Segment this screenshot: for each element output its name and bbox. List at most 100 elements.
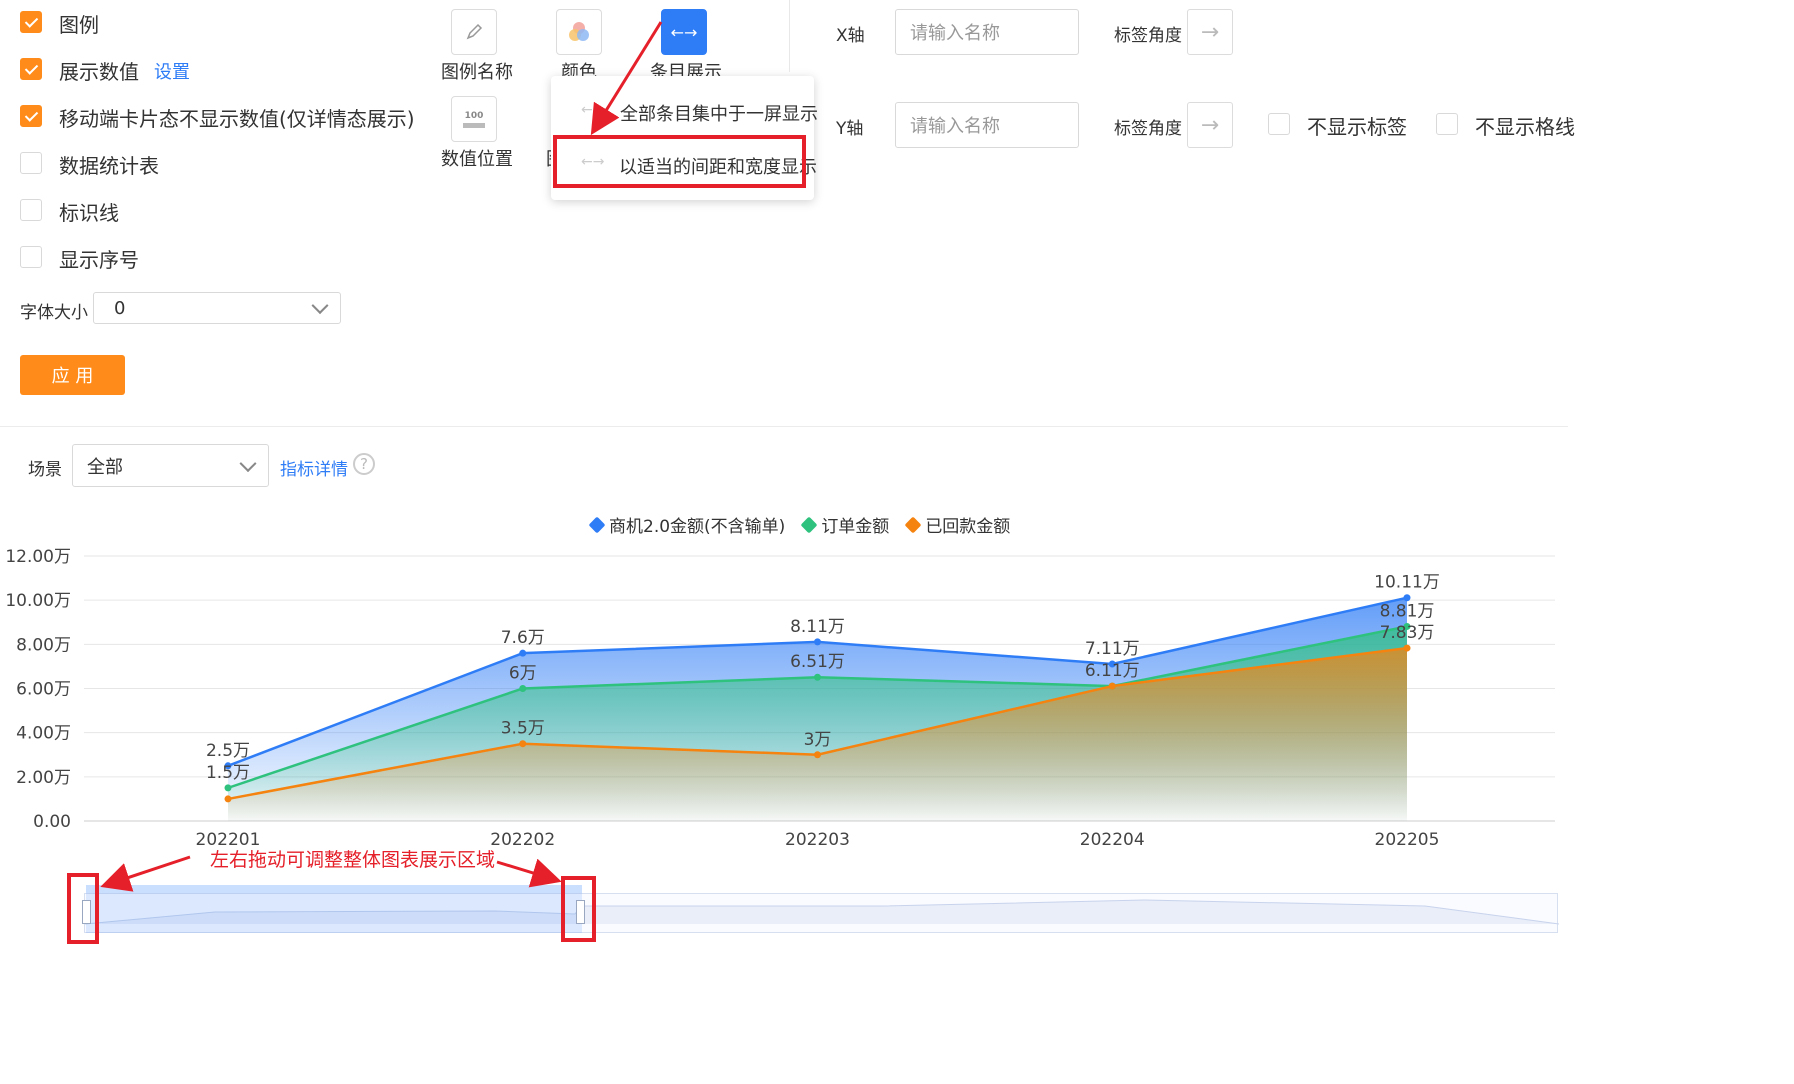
chevron-down-icon — [239, 454, 257, 472]
data-point — [814, 751, 821, 759]
chevron-down-icon — [311, 297, 329, 315]
marker-line-checkbox[interactable] — [20, 199, 42, 221]
vertical-divider — [789, 0, 790, 72]
color-palette-icon — [569, 22, 589, 41]
dropdown-item-fit-one-screen[interactable]: 全部条目集中于一屏显示 — [620, 100, 818, 126]
show-values-checkbox[interactable] — [20, 58, 42, 80]
x-angle-button[interactable]: → — [1187, 9, 1233, 55]
y-angle-label: 标签角度 — [1114, 119, 1182, 139]
help-icon[interactable]: ? — [353, 453, 375, 475]
value-position-button[interactable]: 100 — [451, 96, 497, 142]
y-axis-name-input[interactable]: 请输入名称 — [895, 102, 1079, 148]
data-point — [1108, 682, 1116, 690]
item-display-button[interactable]: ←→ — [661, 9, 707, 55]
area-chart: 0.00 2.00万 4.00万 6.00万 8.00万 10.00万 12.00万 2022… — [5, 547, 1555, 850]
chart-legend: 商机2.0金额(不含输单) 订单金额 已回款金额 — [588, 512, 1011, 537]
data-point — [224, 795, 232, 803]
mobile-hide-values-checkbox[interactable] — [20, 105, 42, 127]
highlight-box-left-handle — [67, 873, 99, 944]
show-index-label: 显示序号 — [59, 248, 139, 272]
scene-select[interactable]: 全部 — [72, 444, 269, 487]
section-divider — [0, 426, 1568, 427]
legend-marker-icon — [904, 516, 922, 533]
y-tick-label: 4.00万 — [16, 724, 71, 744]
data-label: 7.6万 — [501, 628, 545, 648]
legend-marker-icon — [588, 516, 606, 533]
highlight-box-dropdown — [553, 135, 806, 188]
legend-name-button[interactable] — [451, 9, 497, 55]
y-tick-label: 8.00万 — [16, 635, 71, 655]
y-angle-button[interactable]: → — [1187, 102, 1233, 148]
x-angle-label: 标签角度 — [1114, 26, 1182, 46]
data-table-checkbox[interactable] — [20, 152, 42, 174]
y-tick-label: 12.00万 — [5, 547, 71, 567]
metric-details-link[interactable]: 指标详情 — [280, 455, 348, 480]
data-label: 8.81万 — [1380, 601, 1435, 621]
scene-label: 场景 — [28, 460, 62, 480]
data-label: 7.83万 — [1380, 623, 1435, 643]
data-label: 6.11万 — [1085, 661, 1140, 681]
show-index-checkbox[interactable] — [20, 246, 42, 268]
arrows-icon: ←→ — [581, 102, 605, 118]
y-tick-label: 0.00 — [33, 812, 71, 832]
data-label: 6.51万 — [790, 652, 845, 672]
y-tick-label: 6.00万 — [16, 680, 71, 700]
arrow-right-icon: → — [1200, 112, 1220, 138]
data-point — [1403, 594, 1411, 602]
data-point — [814, 673, 821, 681]
highlight-box-right-handle — [561, 876, 596, 942]
legend-series-2-label: 订单金额 — [821, 517, 890, 537]
legend-item-series-1[interactable]: 商机2.0金额(不含输单) — [588, 512, 786, 537]
data-label: 3.5万 — [501, 719, 545, 739]
legend-item-series-2[interactable]: 订单金额 — [800, 512, 890, 537]
marker-line-label: 标识线 — [59, 201, 119, 225]
data-point — [814, 638, 821, 646]
x-tick-label: 202204 — [1080, 830, 1145, 850]
legend-series-3-label: 已回款金额 — [925, 517, 1011, 537]
data-point — [224, 784, 232, 792]
font-size-select[interactable]: 0 — [93, 292, 341, 324]
scene-value: 全部 — [87, 456, 123, 478]
legend-checkbox[interactable] — [20, 11, 42, 33]
hide-gridlines-checkbox[interactable] — [1436, 113, 1458, 135]
x-axis-name-input[interactable]: 请输入名称 — [895, 9, 1079, 55]
data-point — [519, 685, 527, 692]
font-size-label: 字体大小 — [20, 303, 88, 323]
value-position-label: 数值位置 — [441, 149, 513, 170]
font-size-value: 0 — [114, 297, 126, 319]
data-label: 1.5万 — [206, 763, 250, 783]
legend-marker-icon — [800, 516, 818, 533]
legend-option-label: 图例 — [59, 13, 99, 37]
show-values-label: 展示数值 — [59, 60, 139, 84]
data-label: 2.5万 — [206, 741, 250, 761]
show-values-settings-link[interactable]: 设置 — [154, 58, 190, 84]
color-button[interactable] — [556, 9, 602, 55]
y-tick-label: 10.00万 — [5, 591, 71, 611]
annotation-text: 左右拖动可调整整体图表展示区域 — [210, 849, 496, 871]
y-tick-label: 2.00万 — [16, 768, 71, 788]
value-position-icon-text: 100 — [464, 110, 484, 121]
legend-series-1-label: 商机2.0金额(不含输单) — [609, 517, 786, 537]
value-position-icon: 100 — [463, 111, 485, 128]
apply-button[interactable]: 应 用 — [20, 355, 125, 395]
data-label: 10.11万 — [1374, 573, 1440, 593]
x-tick-label: 202203 — [785, 830, 850, 850]
annotation-arrow-right — [496, 858, 562, 888]
data-point — [1403, 644, 1411, 652]
data-table-label: 数据统计表 — [59, 154, 159, 178]
y-axis-label: Y轴 — [836, 119, 864, 139]
data-label: 7.11万 — [1085, 639, 1140, 659]
hide-labels-label: 不显示标签 — [1307, 115, 1407, 139]
hide-labels-checkbox[interactable] — [1268, 113, 1290, 135]
arrow-right-icon: → — [1200, 19, 1220, 45]
zoom-slider-top-bar[interactable] — [86, 885, 582, 893]
legend-item-series-3[interactable]: 已回款金额 — [904, 512, 1011, 537]
x-tick-label: 202205 — [1375, 830, 1440, 850]
pencil-icon — [466, 23, 483, 40]
data-point — [519, 740, 527, 748]
hide-gridlines-label: 不显示格线 — [1475, 115, 1575, 139]
data-point — [519, 649, 527, 657]
data-label: 6万 — [509, 664, 537, 684]
annotation-arrow-left — [100, 855, 191, 892]
x-tick-label: 202202 — [490, 830, 555, 850]
